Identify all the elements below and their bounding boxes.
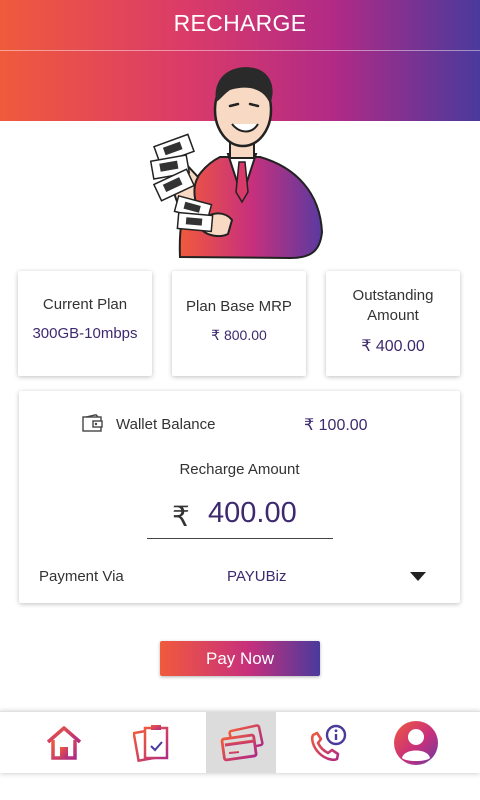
nav-profile[interactable]: [372, 712, 460, 773]
current-plan-card: Current Plan 300GB-10mbps: [18, 271, 152, 376]
recharge-amount-value[interactable]: 400.00: [208, 497, 297, 530]
rupee-icon: ₹: [211, 328, 221, 344]
profile-icon: [394, 720, 438, 765]
payment-via-label: Payment Via: [39, 568, 124, 585]
dropdown-arrow-icon[interactable]: [410, 572, 426, 581]
pay-now-button[interactable]: Pay Now: [160, 641, 320, 676]
cards-icon: [220, 723, 264, 761]
recharge-amount-label: Recharge Amount: [179, 461, 300, 478]
recharge-panel: Wallet Balance ₹ 100.00 Recharge Amount …: [19, 391, 460, 603]
base-mrp-amount: 800.00: [223, 327, 267, 343]
man-with-money-illustration: [150, 67, 324, 260]
outstanding-label-line1: Outstanding: [352, 287, 434, 304]
nav-home[interactable]: [20, 712, 108, 773]
wallet-balance-amount: 100.00: [318, 417, 368, 434]
current-plan-label: Current Plan: [42, 296, 128, 313]
wallet-icon: [82, 414, 103, 432]
rupee-icon: ₹: [172, 500, 190, 533]
header-divider: [0, 50, 480, 51]
payment-method-select[interactable]: PAYUBiz: [227, 568, 286, 585]
base-mrp-value: ₹ 800.00: [172, 327, 306, 344]
wallet-balance-label: Wallet Balance: [116, 416, 216, 433]
clipboard-check-icon: [133, 724, 169, 762]
current-plan-value: 300GB-10mbps: [32, 325, 138, 342]
nav-orders[interactable]: [108, 712, 196, 773]
rupee-icon: ₹: [361, 336, 372, 355]
rupee-icon: ₹: [304, 415, 315, 434]
base-mrp-label: Plan Base MRP: [186, 298, 292, 315]
outstanding-amount: 400.00: [375, 338, 425, 355]
wallet-balance-value: ₹ 100.00: [304, 415, 368, 435]
recharge-amount-input[interactable]: ₹ 400.00: [147, 493, 333, 539]
outstanding-label-line2: Amount: [367, 307, 419, 324]
nav-support[interactable]: [284, 712, 372, 773]
base-mrp-card: Plan Base MRP ₹ 800.00: [172, 271, 306, 376]
page-title: RECHARGE: [173, 10, 307, 36]
home-icon: [46, 725, 82, 760]
outstanding-card: Outstanding Amount ₹ 400.00: [326, 271, 460, 376]
nav-recharge[interactable]: [206, 712, 276, 773]
outstanding-value: ₹ 400.00: [326, 336, 460, 356]
phone-info-icon: [310, 724, 347, 761]
bottom-nav: [0, 711, 480, 773]
